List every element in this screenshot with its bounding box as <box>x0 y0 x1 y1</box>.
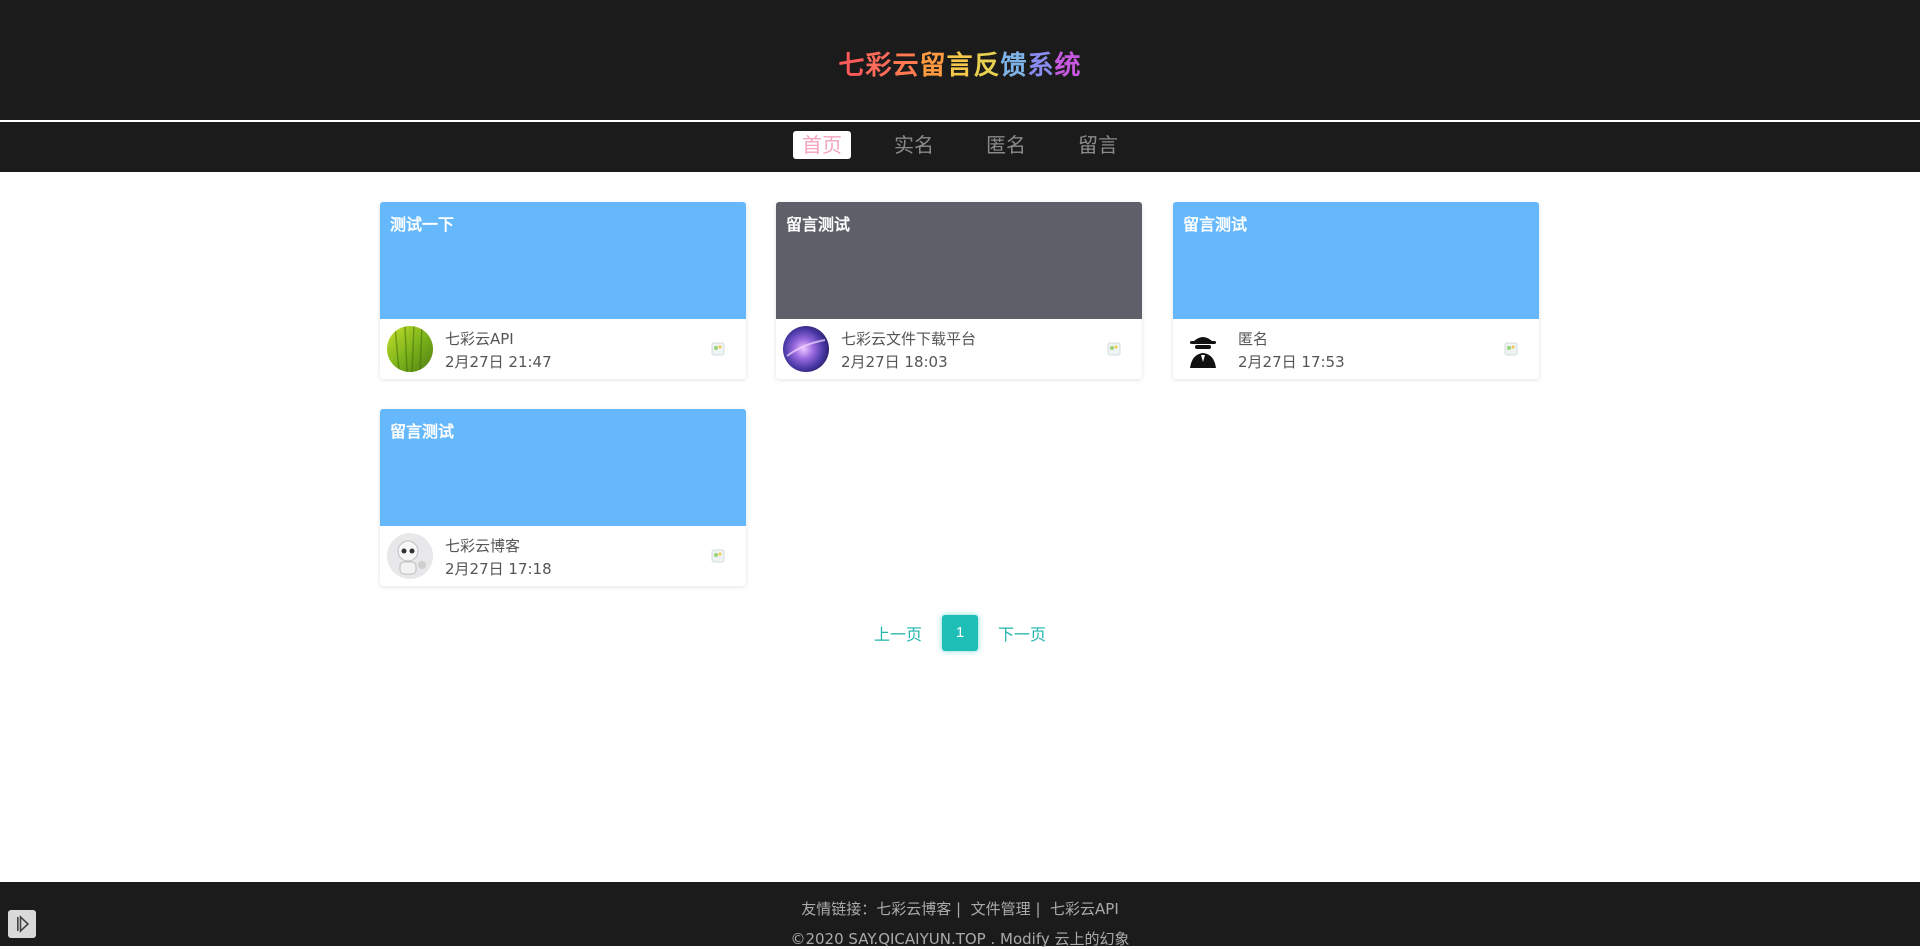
card-time: 2月27日 17:18 <box>445 560 552 578</box>
nav-item-home[interactable]: 首页 <box>793 131 851 159</box>
prev-page-link[interactable]: 上一页 <box>874 621 922 645</box>
title-char: 留 <box>919 51 947 81</box>
card-body: 留言测试 <box>1173 202 1539 319</box>
title-char: 馈 <box>1000 51 1028 81</box>
broken-image-icon <box>1106 341 1122 357</box>
broken-image-icon <box>710 548 726 564</box>
current-page-button[interactable]: 1 <box>942 615 978 651</box>
title-char: 系 <box>1027 51 1055 81</box>
title-char: 彩 <box>865 51 893 81</box>
card-time: 2月27日 17:53 <box>1238 353 1345 371</box>
avatar[interactable] <box>387 326 433 372</box>
site-header: 七彩云留言反馈系统 <box>0 0 1920 120</box>
card-body: 留言测试 <box>776 202 1142 319</box>
nav-item-anonymous[interactable]: 匿名 <box>977 131 1035 159</box>
title-char: 言 <box>946 51 974 81</box>
avatar[interactable] <box>387 533 433 579</box>
pagination: 上一页 1 下一页 <box>0 615 1920 651</box>
title-char: 反 <box>973 51 1001 81</box>
message-card[interactable]: 留言测试 匿名 2月27日 17:53 <box>1173 202 1539 379</box>
link-separator: | <box>1035 900 1041 918</box>
card-footer: 匿名 2月27日 17:53 <box>1173 319 1539 379</box>
card-author[interactable]: 七彩云文件下载平台 <box>841 328 976 349</box>
friend-links-label: 友情链接： <box>801 900 877 918</box>
title-char: 云 <box>892 51 920 81</box>
card-title: 留言测试 <box>786 215 851 234</box>
friend-links: 友情链接：七彩云博客 | 文件管理 | 七彩云API <box>0 898 1920 919</box>
main-nav: 首页 实名 匿名 留言 <box>0 122 1920 172</box>
nav-item-realname[interactable]: 实名 <box>885 131 943 159</box>
site-footer: 友情链接：七彩云博客 | 文件管理 | 七彩云API ©2020 SAY.QIC… <box>0 882 1920 948</box>
title-char: 统 <box>1054 51 1082 81</box>
card-body: 测试一下 <box>380 202 746 319</box>
message-grid: 测试一下 七彩云API 2月27日 21:47 留言测试 七彩云文件下载平台 2… <box>380 202 1540 602</box>
site-title[interactable]: 七彩云留言反馈系统 <box>0 45 1920 82</box>
card-body: 留言测试 <box>380 409 746 526</box>
nav-item-leave-message[interactable]: 留言 <box>1069 131 1127 159</box>
friend-link-blog[interactable]: 七彩云博客 <box>876 900 951 918</box>
message-card[interactable]: 留言测试 七彩云博客 2月27日 17:18 <box>380 409 746 586</box>
title-char: 七 <box>838 51 866 81</box>
card-author[interactable]: 匿名 <box>1238 328 1268 349</box>
card-title: 留言测试 <box>390 422 455 441</box>
card-title: 测试一下 <box>390 215 455 234</box>
card-author[interactable]: 七彩云博客 <box>445 535 520 556</box>
avatar[interactable] <box>1180 326 1226 372</box>
broken-image-icon <box>1503 341 1519 357</box>
card-time: 2月27日 21:47 <box>445 353 552 371</box>
message-card[interactable]: 留言测试 七彩云文件下载平台 2月27日 18:03 <box>776 202 1142 379</box>
link-separator: | <box>956 900 962 918</box>
avatar[interactable] <box>783 326 829 372</box>
friend-link-api[interactable]: 七彩云API <box>1050 900 1119 918</box>
card-title: 留言测试 <box>1183 215 1248 234</box>
card-footer: 七彩云博客 2月27日 17:18 <box>380 526 746 586</box>
broken-image-icon <box>710 341 726 357</box>
card-footer: 七彩云文件下载平台 2月27日 18:03 <box>776 319 1142 379</box>
card-time: 2月27日 18:03 <box>841 353 948 371</box>
card-author[interactable]: 七彩云API <box>445 328 514 349</box>
message-card[interactable]: 测试一下 七彩云API 2月27日 21:47 <box>380 202 746 379</box>
card-footer: 七彩云API 2月27日 21:47 <box>380 319 746 379</box>
friend-link-files[interactable]: 文件管理 <box>971 900 1031 918</box>
next-page-link[interactable]: 下一页 <box>998 621 1046 645</box>
